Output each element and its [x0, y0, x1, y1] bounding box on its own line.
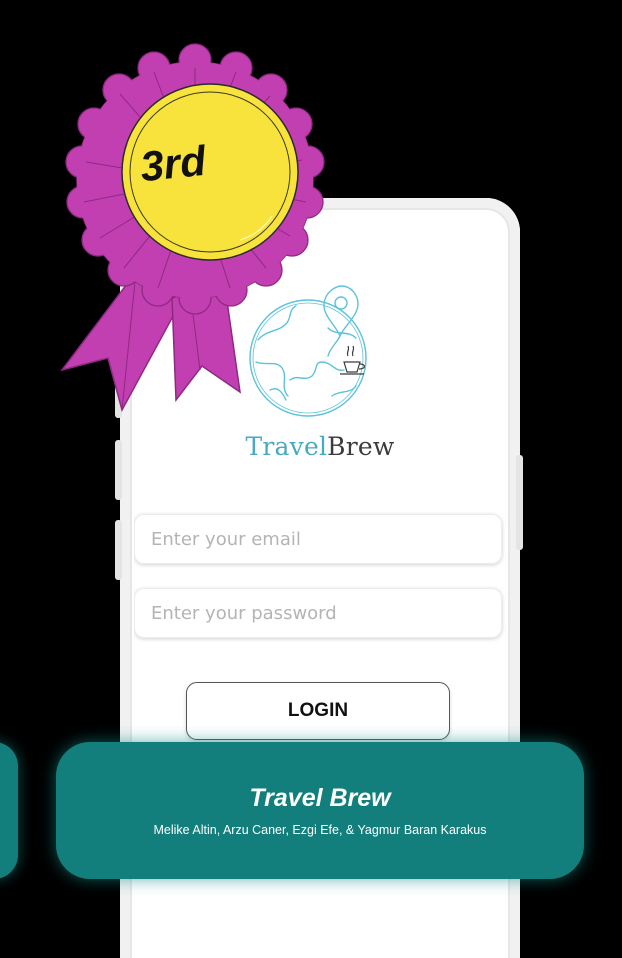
brand-word-travel: Travel [245, 432, 328, 461]
email-field[interactable] [134, 514, 502, 564]
phone-side-button [115, 520, 122, 580]
adjacent-card[interactable] [0, 742, 18, 879]
password-input[interactable] [135, 589, 501, 637]
showcase-stage: TravelBrew LOGIN [0, 0, 622, 958]
phone-side-button [115, 440, 122, 500]
phone-side-button [516, 455, 523, 550]
project-banner[interactable]: Travel Brew Melike Altin, Arzu Caner, Ez… [56, 742, 584, 879]
project-title: Travel Brew [249, 784, 391, 812]
project-authors: Melike Altin, Arzu Caner, Ezgi Efe, & Ya… [153, 823, 487, 837]
email-input[interactable] [135, 515, 501, 563]
password-field[interactable] [134, 588, 502, 638]
login-button[interactable]: LOGIN [186, 682, 450, 740]
brand-word-brew: Brew [327, 432, 395, 461]
app-brand-title: TravelBrew [134, 432, 506, 461]
award-ribbon-icon [60, 43, 325, 413]
